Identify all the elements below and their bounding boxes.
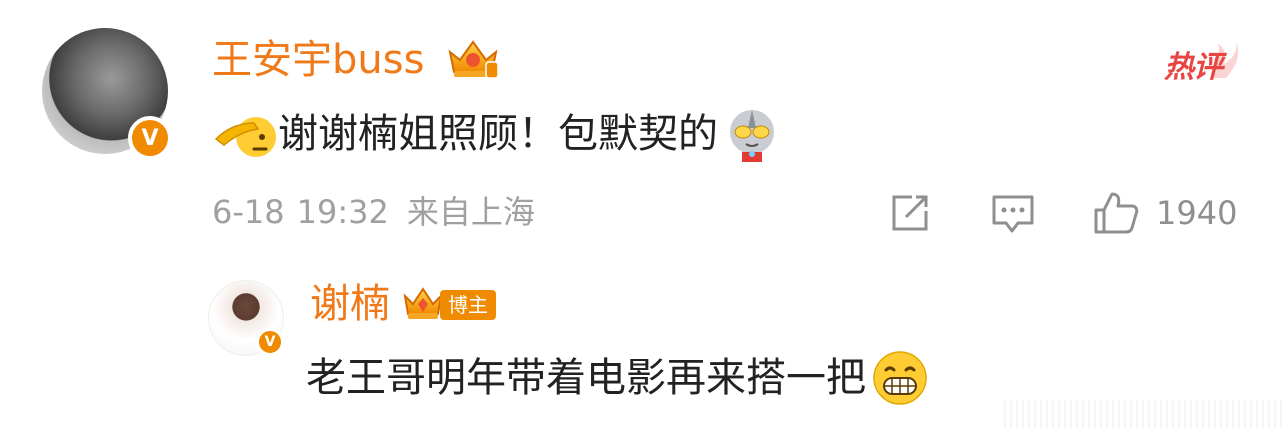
comment-text: 谢谢楠姐照顾！包默契的 bbox=[278, 111, 718, 157]
grin-emoji-icon bbox=[873, 351, 927, 405]
like-count: 1940 bbox=[1156, 194, 1238, 232]
like-button[interactable]: 1940 bbox=[1092, 190, 1242, 236]
thumbs-up-icon bbox=[1094, 192, 1139, 234]
comment-thread: V 王安宇buss 热评 谢谢楠姐照顾！包默契的 6-18 19:32 来自上海… bbox=[0, 0, 1284, 428]
comment-body: 谢谢楠姐照顾！包默契的 bbox=[214, 106, 780, 162]
hot-comment-badge: 热评 bbox=[1164, 40, 1244, 85]
reply-body: 老王哥明年带着电影再来搭一把 bbox=[306, 350, 928, 406]
hot-comment-label: 热评 bbox=[1164, 50, 1223, 85]
comment-date: 6-18 bbox=[212, 193, 285, 231]
comment-meta: 6-18 19:32 来自上海 bbox=[212, 196, 535, 228]
comment-location: 来自上海 bbox=[406, 193, 535, 231]
share-icon bbox=[892, 195, 928, 231]
verified-badge: V bbox=[128, 116, 172, 160]
share-button[interactable] bbox=[888, 190, 936, 236]
reply-text: 老王哥明年带着电影再来搭一把 bbox=[306, 355, 866, 401]
comment-time: 19:32 bbox=[296, 193, 389, 231]
reply-username[interactable]: 谢楠 bbox=[310, 284, 390, 324]
comment-icon bbox=[992, 195, 1034, 233]
vip-crown-icon bbox=[403, 287, 443, 319]
comment-button[interactable] bbox=[990, 190, 1038, 236]
salute-emoji-icon bbox=[214, 117, 276, 157]
decorative-divider bbox=[1000, 400, 1284, 428]
ultraman-emoji-icon bbox=[730, 110, 774, 162]
comment-username[interactable]: 王安宇buss bbox=[212, 40, 424, 80]
vip-crown-icon bbox=[448, 40, 499, 79]
blogger-role-tag: 博主 bbox=[440, 290, 496, 320]
reply-verified-badge: V bbox=[256, 328, 284, 356]
